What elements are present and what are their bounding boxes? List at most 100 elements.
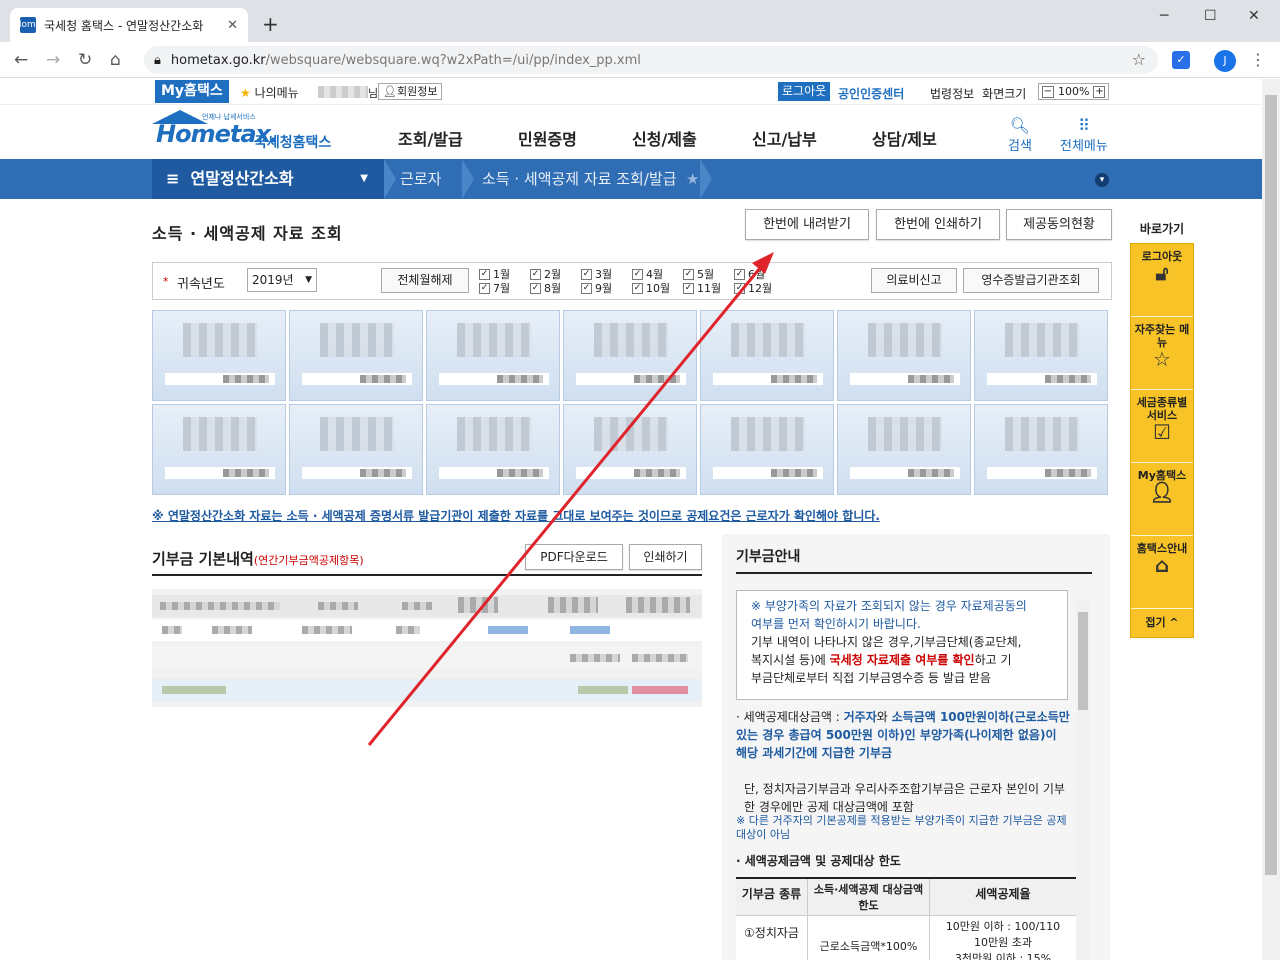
month-checkbox[interactable]: ✓ 7월: [479, 280, 510, 296]
zoom-out-button[interactable]: −: [1042, 85, 1054, 98]
address-bar: ← → ↻ ⌂ 🔒︎ hometax.go.kr/websquare/websq…: [0, 42, 1280, 78]
deduction-category-tile[interactable]: [563, 404, 697, 495]
deduction-category-tile[interactable]: [426, 404, 560, 495]
minimize-icon[interactable]: ─: [1160, 8, 1168, 24]
my-menu-link[interactable]: ★ 나의메뉴: [240, 84, 299, 101]
deduction-category-tile[interactable]: [289, 404, 423, 495]
url-input[interactable]: 🔒︎ hometax.go.kr/websquare/websquare.wq?…: [144, 46, 1158, 74]
deduction-category-tile[interactable]: [700, 310, 834, 401]
print-all-button[interactable]: 한번에 인쇄하기: [876, 209, 1000, 240]
quick-tax-services[interactable]: 세금종류별 서비스 ☑: [1131, 390, 1193, 463]
nav-report-pay[interactable]: 신고/납부: [752, 126, 817, 150]
reload-icon[interactable]: ↻: [78, 50, 92, 70]
url-path: /websquare/websquare.wq?w2xPath=/ui/pp/i…: [265, 52, 641, 68]
window-close-icon[interactable]: ✕: [1248, 8, 1260, 24]
favorite-star-icon[interactable]: ★: [686, 159, 699, 199]
tab-close-icon[interactable]: ✕: [227, 18, 238, 33]
deduction-category-tile[interactable]: [700, 404, 834, 495]
deduction-category-tile[interactable]: [837, 310, 971, 401]
browser-menu-icon[interactable]: ⋮: [1250, 50, 1266, 69]
nav-lookup-issue[interactable]: 조회/발급: [398, 126, 463, 150]
back-icon[interactable]: ←: [14, 50, 28, 70]
new-tab-button[interactable]: +: [262, 12, 279, 36]
guide-text: ※ 부양가족의 자료가 조회되지 않는 경우 자료제공동의: [751, 599, 1027, 613]
pdf-download-button[interactable]: PDF다운로드: [525, 544, 623, 570]
browser-tab[interactable]: Home 국세청 홈택스 - 연말정산간소화 ✕: [10, 8, 248, 42]
member-info-button[interactable]: 👤︎회원정보: [378, 83, 443, 100]
grid-icon: ⠿: [1078, 116, 1090, 135]
table-row: ①정치자금 근로소득금액*100% 10만원 이하 : 100/110 10만원 …: [736, 916, 1076, 960]
cert-center-link[interactable]: 공인인증센터: [838, 85, 904, 102]
quick-favorites[interactable]: 자주찾는 메뉴 ☆: [1131, 317, 1193, 390]
hometax-page: My홈택스 ★ 나의메뉴 님 👤︎회원정보 로그아웃 공인인증센터 법령정보 화…: [0, 79, 1262, 960]
deduction-category-tile[interactable]: [289, 310, 423, 401]
consent-status-button[interactable]: 제공동의현황: [1006, 209, 1112, 240]
deduction-category-tile[interactable]: [563, 310, 697, 401]
my-hometax-button[interactable]: My홈택스: [155, 80, 229, 103]
download-all-button[interactable]: 한번에 내려받기: [745, 209, 869, 240]
deduction-category-tile[interactable]: [974, 310, 1108, 401]
quick-my-hometax[interactable]: My홈택스 👤︎: [1131, 463, 1193, 536]
checkmark-icon: ✓: [632, 282, 643, 294]
logout-button[interactable]: 로그아웃: [778, 82, 831, 101]
table-row: [152, 647, 702, 669]
expand-down-icon[interactable]: ▾: [1095, 173, 1109, 187]
receipt-issuer-lookup-button[interactable]: 영수증발급기관조회: [963, 268, 1099, 293]
month-checkbox[interactable]: ✓ 11월: [683, 280, 721, 296]
guide-scrollbar[interactable]: [1076, 600, 1090, 960]
checkmark-icon: ✓: [581, 282, 592, 294]
quick-logout[interactable]: 로그아웃 🔓︎: [1131, 244, 1193, 317]
extension-icon[interactable]: ✓: [1172, 51, 1190, 69]
deduction-limit-table: 기부금 종류 소득·세액공제 대상금액 한도 세액공제율 ①정치자금 근로소득금…: [736, 877, 1076, 960]
bookmark-star-icon[interactable]: ☆: [1132, 50, 1146, 69]
medical-report-button[interactable]: 의료비신고: [871, 268, 957, 293]
uncheck-all-months-button[interactable]: 전체월해제: [381, 268, 469, 293]
deduction-category-tile[interactable]: [152, 310, 286, 401]
checkmark-icon: ✓: [530, 282, 541, 294]
profile-avatar[interactable]: J: [1214, 50, 1236, 72]
year-select[interactable]: 2019년 ▼: [247, 268, 317, 292]
legal-info-link[interactable]: 법령정보: [930, 85, 974, 102]
maximize-icon[interactable]: ☐: [1204, 8, 1217, 24]
quick-guide[interactable]: 홈택스안내 ⌂: [1131, 536, 1193, 609]
nav-civil-cert[interactable]: 민원증명: [518, 126, 577, 150]
search-button[interactable]: 🔍︎ 검색: [1008, 116, 1032, 154]
user-icon: 👤︎: [1149, 480, 1175, 504]
forward-icon[interactable]: →: [46, 50, 60, 70]
deduction-category-tile[interactable]: [426, 310, 560, 401]
month-checkbox[interactable]: ✓ 10월: [632, 280, 670, 296]
dropdown-icon: ▼: [360, 173, 368, 184]
deduction-category-tile[interactable]: [152, 404, 286, 495]
home-icon[interactable]: ⌂: [110, 50, 121, 70]
deduction-category-tile[interactable]: [837, 404, 971, 495]
zoom-in-button[interactable]: +: [1093, 85, 1106, 98]
month-checkbox[interactable]: ✓ 9월: [581, 280, 612, 296]
notice-text: ※ 연말정산간소화 자료는 소득 · 세액공제 증명서류 발급기관이 제출한 자…: [152, 509, 880, 523]
deduction-category-tile[interactable]: [974, 404, 1108, 495]
print-button[interactable]: 인쇄하기: [629, 544, 702, 570]
donation-table-blurred: [152, 589, 702, 707]
page-scrollbar[interactable]: [1262, 79, 1280, 960]
guide-text: 여부를 먼저 확인하시기 바랍니다.: [751, 617, 921, 631]
guide-subheading: · 세액공제금액 및 공제대상 한도: [736, 854, 901, 868]
nav-consult-report[interactable]: 상담/제보: [872, 126, 937, 150]
donation-guide-panel: 기부금안내 ※ 부양가족의 자료가 조회되지 않는 경우 자료제공동의 여부를 …: [722, 534, 1110, 960]
quick-fold-button[interactable]: 접기 ^: [1131, 609, 1193, 637]
required-marker: *: [163, 275, 169, 288]
breadcrumb-worker[interactable]: 근로자: [400, 159, 441, 199]
month-checkbox[interactable]: ✓ 12월: [734, 280, 772, 296]
all-menu-button[interactable]: ⠿ 전체메뉴: [1060, 116, 1108, 154]
user-name-blurred: [318, 86, 368, 98]
lnb-year-end-menu[interactable]: ≡ 연말정산간소화 ▼: [152, 159, 384, 199]
breadcrumb-separator: [462, 159, 474, 199]
guide-title: 기부금안내: [736, 549, 801, 565]
select-arrow-icon: ▼: [305, 275, 312, 285]
breadcrumb-current[interactable]: 소득 · 세액공제 자료 조회/발급: [482, 159, 677, 199]
person-icon: 👤︎: [383, 85, 397, 98]
nav-apply-submit[interactable]: 신청/제출: [632, 126, 697, 150]
month-checkbox[interactable]: ✓ 8월: [530, 280, 561, 296]
house-icon: ⌂: [1154, 553, 1170, 577]
star-icon: ★: [240, 86, 251, 100]
quick-links-title: 바로가기: [1139, 222, 1185, 236]
browser-tabbar: Home 국세청 홈택스 - 연말정산간소화 ✕ + ─ ☐ ✕: [0, 0, 1280, 42]
